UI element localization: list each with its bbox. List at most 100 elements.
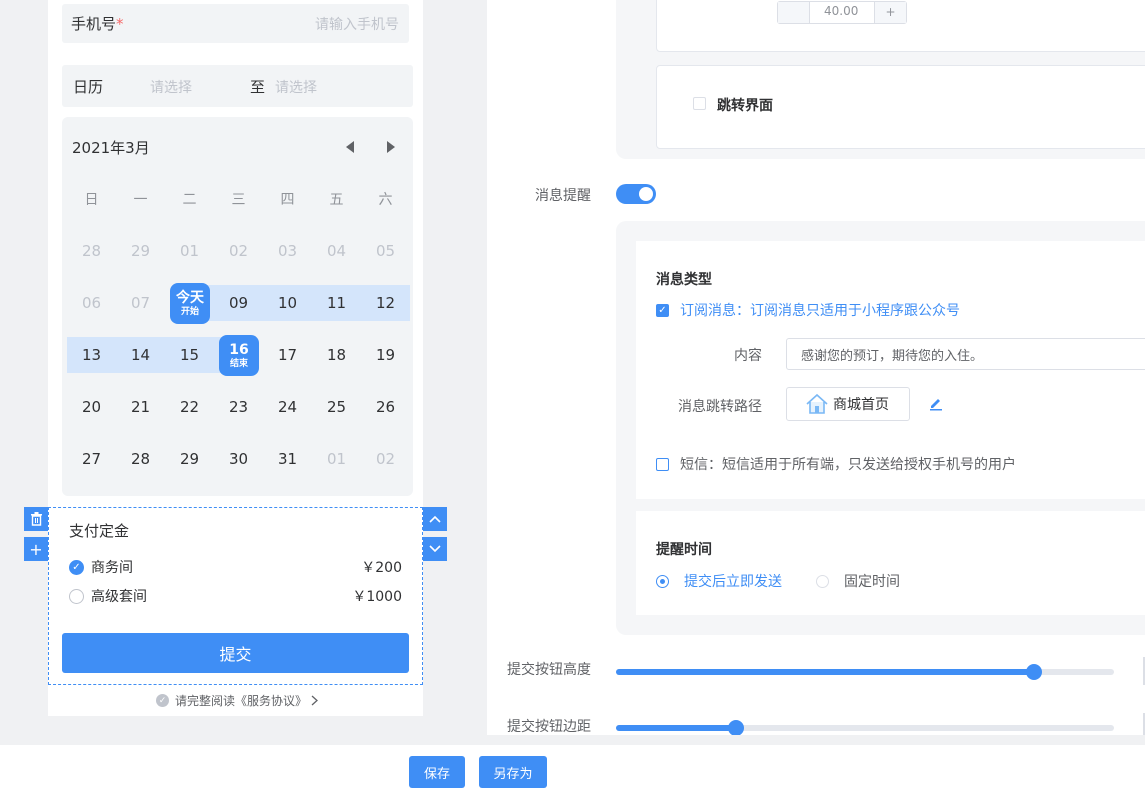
delete-icon[interactable] xyxy=(24,507,48,531)
phone-field[interactable]: 手机号* 请输入手机号 xyxy=(62,4,409,43)
end-date-placeholder[interactable]: 请选择 xyxy=(275,77,317,97)
stepper-plus[interactable]: + xyxy=(874,2,906,23)
agreement-text: 请完整阅读《服务协议》 xyxy=(175,694,308,708)
day-cell-range-start[interactable]: 今天 开始 xyxy=(165,277,214,329)
day-cell[interactable]: 29 xyxy=(165,433,214,485)
day-cell[interactable]: 10 xyxy=(263,277,312,329)
edit-icon[interactable] xyxy=(928,395,944,411)
option-suite[interactable]: 高级套间 xyxy=(69,586,147,606)
remind-now-label: 提交后立即发送 xyxy=(684,574,782,590)
day-cell[interactable]: 13 xyxy=(67,329,116,381)
agree-check-icon[interactable]: ✓ xyxy=(156,694,169,707)
start-date-placeholder[interactable]: 请选择 xyxy=(150,77,192,97)
day-cell[interactable]: 28 xyxy=(67,225,116,277)
day-cell[interactable]: 21 xyxy=(116,381,165,433)
radio-checked-icon[interactable]: ✓ xyxy=(69,559,84,575)
option-business-room[interactable]: ✓ 商务间 xyxy=(69,557,133,577)
sms-checkbox[interactable] xyxy=(656,457,669,471)
day-cell[interactable]: 28 xyxy=(116,433,165,485)
day-cell[interactable]: 14 xyxy=(116,329,165,381)
content-input[interactable]: 感谢您的预订，期待您的入住。 xyxy=(786,338,1145,370)
btn-height-label: 提交按钮高度 xyxy=(507,662,591,678)
jump-page-checkbox[interactable] xyxy=(693,97,706,110)
slider-handle[interactable] xyxy=(1026,664,1042,680)
week-row: 13 14 15 16 结束 17 18 19 xyxy=(67,329,410,381)
day-cell[interactable]: 02 xyxy=(361,433,410,485)
number-stepper[interactable]: 40.00 + xyxy=(777,1,907,24)
sms-label: 短信：短信适用于所有端，只发送给授权手机号的用户 xyxy=(680,457,1016,473)
remind-fixed-radio[interactable] xyxy=(816,574,829,588)
message-reminder-label: 消息提醒 xyxy=(535,188,591,204)
message-type-card: 消息类型 ✓ 订阅消息：订阅消息只适用于小程序跟公众号 内容 感谢您的预订，期待… xyxy=(636,241,1145,499)
radio-unchecked-icon[interactable] xyxy=(69,588,84,604)
weekday: 三 xyxy=(231,192,246,208)
next-month-icon[interactable] xyxy=(387,141,395,153)
pay-title: 支付定金 xyxy=(69,522,130,540)
day-cell[interactable]: 07 xyxy=(116,277,165,329)
day-cell[interactable]: 04 xyxy=(312,225,361,277)
remind-time-title: 提醒时间 xyxy=(656,542,712,558)
day-cell[interactable]: 18 xyxy=(312,329,361,381)
day-cell[interactable]: 17 xyxy=(263,329,312,381)
calendar-month-title: 2021年3月 xyxy=(72,139,150,157)
day-cell[interactable]: 27 xyxy=(67,433,116,485)
message-reminder-toggle[interactable] xyxy=(616,184,656,204)
day-cell[interactable]: 01 xyxy=(165,225,214,277)
move-up-icon[interactable] xyxy=(423,507,447,531)
day-cell[interactable]: 01 xyxy=(312,433,361,485)
agreement-row[interactable]: ✓ 请完整阅读《服务协议》 xyxy=(156,692,318,709)
subscribe-checkbox[interactable]: ✓ xyxy=(656,303,669,317)
sms-option[interactable]: 短信：短信适用于所有端，只发送给授权手机号的用户 xyxy=(656,454,1016,474)
content-label: 内容 xyxy=(734,348,762,364)
weekday-row: 日 一 二 三 四 五 六 xyxy=(67,173,410,225)
remind-now-option[interactable]: 提交后立即发送 xyxy=(656,571,782,591)
save-button[interactable]: 保存 xyxy=(409,756,465,788)
week-row: 28 29 01 02 03 04 05 xyxy=(67,225,410,277)
btn-margin-slider[interactable] xyxy=(616,720,1114,735)
move-down-icon[interactable] xyxy=(423,537,447,561)
day-cell-range-end[interactable]: 16 结束 xyxy=(214,329,263,381)
day-cell[interactable]: 31 xyxy=(263,433,312,485)
day-cell[interactable]: 02 xyxy=(214,225,263,277)
prev-month-icon[interactable] xyxy=(346,141,354,153)
day-cell[interactable]: 29 xyxy=(116,225,165,277)
day-cell[interactable]: 26 xyxy=(361,381,410,433)
pay-deposit-component[interactable]: 支付定金 ✓ 商务间 ￥200 高级套间 ￥1000 提交 xyxy=(48,507,423,685)
day-cell[interactable]: 23 xyxy=(214,381,263,433)
remind-time-card: 提醒时间 提交后立即发送 固定时间 xyxy=(636,511,1145,615)
week-row: 20 21 22 23 24 25 26 xyxy=(67,381,410,433)
slider-fill xyxy=(616,669,1034,675)
week-row: 27 28 29 30 31 01 02 xyxy=(67,433,410,485)
day-cell[interactable]: 06 xyxy=(67,277,116,329)
day-cell[interactable]: 11 xyxy=(312,277,361,329)
slider-handle[interactable] xyxy=(728,720,744,735)
stepper-minus[interactable] xyxy=(778,2,810,23)
subscribe-option[interactable]: ✓ 订阅消息：订阅消息只适用于小程序跟公众号 xyxy=(656,300,960,320)
day-cell[interactable]: 20 xyxy=(67,381,116,433)
remind-now-radio[interactable] xyxy=(656,574,669,588)
subscribe-label: 订阅消息：订阅消息只适用于小程序跟公众号 xyxy=(680,303,960,319)
day-cell[interactable]: 05 xyxy=(361,225,410,277)
save-as-button[interactable]: 另存为 xyxy=(479,756,547,788)
day-cell[interactable]: 25 xyxy=(312,381,361,433)
btn-margin-label: 提交按钮边距 xyxy=(507,719,591,735)
day-cell[interactable]: 19 xyxy=(361,329,410,381)
day-cell[interactable]: 22 xyxy=(165,381,214,433)
path-label: 消息跳转路径 xyxy=(678,399,762,415)
day-cell[interactable]: 24 xyxy=(263,381,312,433)
phone-placeholder: 请输入手机号 xyxy=(315,17,399,33)
remind-fixed-option[interactable]: 固定时间 xyxy=(816,571,900,591)
day-cell[interactable]: 15 xyxy=(165,329,214,381)
day-cell[interactable]: 09 xyxy=(214,277,263,329)
day-cell[interactable]: 12 xyxy=(361,277,410,329)
btn-height-slider[interactable] xyxy=(616,664,1114,680)
date-range-field[interactable]: 日历 请选择 至 请选择 xyxy=(62,65,413,107)
day-cell[interactable]: 03 xyxy=(263,225,312,277)
add-icon[interactable]: + xyxy=(24,537,48,561)
partial-settings-card: 40.00 + xyxy=(656,0,1145,52)
submit-button[interactable]: 提交 xyxy=(62,633,409,673)
day-cell[interactable]: 30 xyxy=(214,433,263,485)
path-selector[interactable]: 商城首页 xyxy=(786,387,910,421)
jump-page-label: 跳转界面 xyxy=(717,98,773,114)
message-type-title: 消息类型 xyxy=(656,272,712,288)
